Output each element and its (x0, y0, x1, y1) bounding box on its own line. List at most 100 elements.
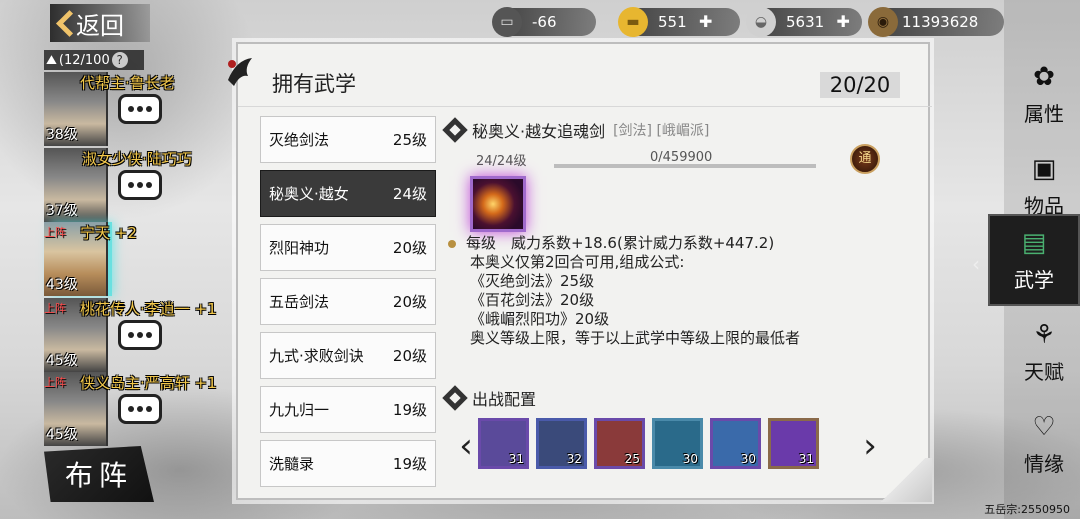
skill-level: 19级 (392, 401, 427, 419)
resource-silver: ◒ 5631 ✚ (746, 7, 862, 37)
panel-title: 拥有武学 (272, 72, 356, 96)
box-icon: ▣ (1031, 153, 1057, 184)
character-level: 43级 (46, 277, 78, 293)
chat-bubble-icon[interactable] (118, 320, 162, 350)
skill-name: 九九归一 (269, 401, 330, 419)
skill-level: 24级 (392, 185, 427, 203)
team-size-icon: ⛰ (46, 52, 57, 68)
resource-cart: ▭ -66 (492, 7, 596, 37)
loadout-slot[interactable]: 31 (478, 418, 529, 469)
skill-level-row: 24/24级 0/459900 (476, 150, 876, 169)
martial-arts-panel: 拥有武学 20/20 灭绝剑法 25级 秘奥义·越女 24级 烈阳神功 20级 … (228, 42, 932, 502)
diamond-icon (442, 117, 468, 143)
character-card[interactable]: 上阵 桃花传人·李逍一 +1 45级 (44, 298, 230, 372)
skill-list-item[interactable]: 九九归一 19级 (260, 386, 436, 433)
loadout-slot[interactable]: 32 (536, 418, 587, 469)
resource-value: 5631 (786, 13, 825, 31)
loadout-title: 出战配置 (472, 390, 537, 409)
deployed-tag: 上阵 (44, 376, 66, 389)
skill-list[interactable]: 灭绝剑法 25级 秘奥义·越女 24级 烈阳神功 20级 五岳剑法 20级 九式… (260, 116, 436, 502)
effect-line: 《百花剑法》20级 (470, 291, 595, 309)
formation-button[interactable]: 布阵 (44, 446, 154, 502)
skill-effects: 每级 威力系数+18.6(累计威力系数+447.2) 本奥义仅第2回合可用,组成… (448, 234, 918, 348)
resource-value: -66 (532, 13, 557, 31)
character-card[interactable]: 上阵 侠义岛主·严高轩 +1 45级 (44, 372, 230, 446)
page-curl (874, 458, 932, 502)
effect-line: 奥义等级上限，等于以上武学中等级上限的最低者 (470, 329, 801, 347)
skill-name: 五岳剑法 (269, 293, 330, 311)
nav-bond[interactable]: ♡ 情缘 (1008, 398, 1080, 490)
character-name: 代帮主·鲁长老 (80, 74, 175, 92)
character-card[interactable]: 上阵 宁天 +2 43级 (44, 222, 230, 296)
chat-bubble-icon[interactable] (118, 394, 162, 424)
skill-list-item[interactable]: 洗髓录 19级 (260, 440, 436, 487)
cross-diamond-icon (442, 385, 468, 411)
seal-icon: ✿ (1033, 61, 1055, 92)
skill-list-item[interactable]: 五岳剑法 20级 (260, 278, 436, 325)
silver-ingot-icon: ◒ (746, 7, 776, 37)
heart-icon: ♡ (1032, 411, 1056, 442)
skill-name: 灭绝剑法 (269, 131, 330, 149)
character-level: 37级 (46, 203, 78, 219)
effect-line: 本奥义仅第2回合可用,组成公式: (470, 253, 685, 271)
effect-title: 每级 威力系数+18.6(累计威力系数+447.2) (466, 234, 775, 252)
nav-attributes[interactable]: ✿ 属性 (1008, 48, 1080, 140)
prev-arrow-button[interactable]: ‹ (456, 428, 476, 464)
character-name: 淑女少侠·陆巧巧 (82, 150, 192, 168)
add-gold-button[interactable]: ✚ (697, 13, 715, 31)
skill-detail-tags: [剑法] [峨嵋派] (613, 123, 710, 139)
skill-count: 20/20 (820, 72, 900, 98)
book-icon: ▤ (1021, 227, 1047, 258)
skill-level: 20级 (392, 239, 427, 257)
bullet-icon (448, 239, 456, 248)
character-name: 桃花传人·李逍一 +1 (80, 300, 217, 318)
skill-level: 20级 (392, 293, 427, 311)
loadout-slot[interactable]: 30 (710, 418, 761, 469)
skill-list-item[interactable]: 烈阳神功 20级 (260, 224, 436, 271)
loadout-slot[interactable]: 30 (652, 418, 703, 469)
nav-martial-arts[interactable]: ‹ ▤ 武学 (972, 214, 1080, 306)
sect-status: 五岳宗:2550950 (984, 503, 1070, 516)
skill-art-icon (470, 176, 526, 232)
effect-line: 《灭绝剑法》25级 (470, 272, 595, 290)
character-card[interactable]: 代帮主·鲁长老 38级 (44, 72, 230, 146)
chat-bubble-icon[interactable] (118, 170, 162, 200)
skill-level: 25级 (392, 131, 427, 149)
skill-name: 秘奥义·越女 (269, 185, 349, 203)
right-nav: ✿ 属性 ▣ 物品 ‹ ▤ 武学 ⚘ 天赋 ♡ 情缘 (972, 0, 1080, 519)
branch-icon: ⚘ (1032, 319, 1056, 350)
skill-list-item[interactable]: 九式·求败剑诀 20级 (260, 332, 436, 379)
loadout-header: 出战配置 (442, 385, 537, 411)
help-icon[interactable]: ? (111, 52, 128, 68)
mastery-badge-icon[interactable]: 通 (850, 144, 880, 174)
skill-name: 烈阳神功 (269, 239, 330, 257)
resource-gold: ▬ 551 ✚ (618, 7, 740, 37)
skill-level-label: 24/24级 (476, 154, 527, 169)
nav-label: 情缘 (1024, 451, 1064, 476)
nav-talent[interactable]: ⚘ 天赋 (1008, 306, 1080, 398)
coin-icon: ◉ (868, 7, 898, 37)
skill-list-item[interactable]: 灭绝剑法 25级 (260, 116, 436, 163)
team-count-text: (12/100 (58, 52, 110, 68)
add-silver-button[interactable]: ✚ (834, 13, 852, 31)
character-name: 侠义岛主·严高轩 +1 (80, 374, 217, 392)
divider (238, 106, 932, 107)
character-level: 45级 (46, 353, 78, 369)
character-level: 38级 (46, 127, 78, 143)
nav-label: 属性 (1024, 101, 1064, 126)
deployed-tag: 上阵 (44, 226, 66, 239)
deployed-tag: 上阵 (44, 302, 66, 315)
loadout-slot[interactable]: 31 (768, 418, 819, 469)
character-name: 宁天 +2 (80, 224, 137, 242)
character-level: 45级 (46, 427, 78, 443)
skill-detail-name: 秘奥义·越女追魂剑 (472, 122, 606, 141)
skill-list-item[interactable]: 秘奥义·越女 24级 (260, 170, 436, 217)
chevron-left-icon: ‹ (972, 252, 980, 276)
chat-bubble-icon[interactable] (118, 94, 162, 124)
skill-detail-header: 秘奥义·越女追魂剑 [剑法] [峨嵋派] (442, 117, 710, 143)
back-button[interactable]: 返回 (50, 4, 150, 42)
loadout-slots: 31 32 25 30 30 31 (478, 418, 819, 469)
character-card[interactable]: 淑女少侠·陆巧巧 37级 (44, 148, 230, 222)
brush-logo-icon (228, 58, 252, 86)
loadout-slot[interactable]: 25 (594, 418, 645, 469)
